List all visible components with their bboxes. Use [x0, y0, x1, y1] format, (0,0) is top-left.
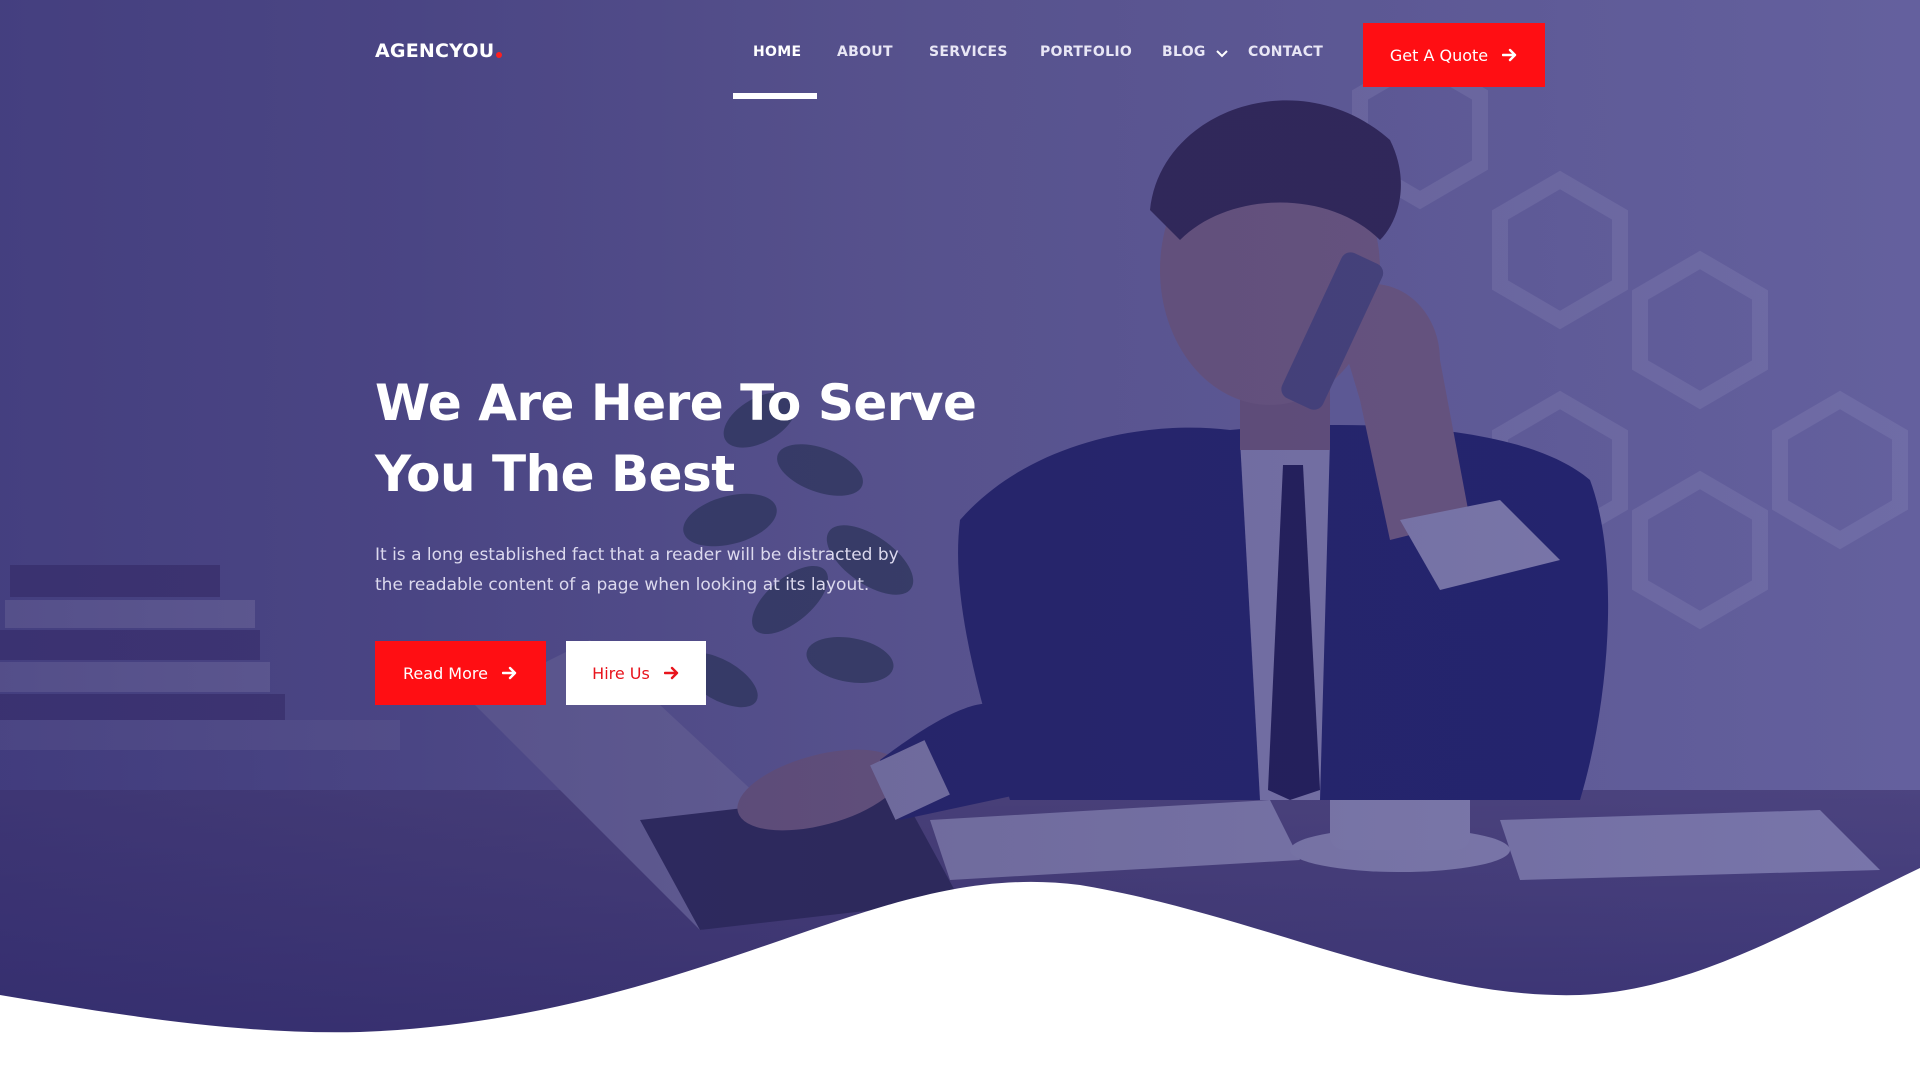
- logo-dot-icon: [496, 52, 503, 58]
- hire-us-button[interactable]: Hire Us: [566, 641, 706, 705]
- hire-us-label: Hire Us: [592, 663, 650, 683]
- get-a-quote-label: Get A Quote: [1389, 45, 1489, 65]
- hero-description-line-2: the readable content of a page when look…: [375, 575, 870, 595]
- arrow-right-icon: [1502, 48, 1517, 62]
- hero-description: It is a long established fact that a rea…: [375, 540, 975, 600]
- nav-item-contact[interactable]: CONTACT: [1248, 44, 1323, 60]
- nav-item-about[interactable]: ABOUT: [837, 44, 893, 60]
- get-a-quote-button[interactable]: Get A Quote: [1363, 23, 1545, 87]
- nav-item-blog[interactable]: BLOG: [1162, 44, 1206, 60]
- arrow-right-icon: [501, 666, 517, 680]
- active-nav-indicator: [733, 93, 817, 99]
- hero-description-line-1: It is a long established fact that a rea…: [375, 545, 899, 565]
- hero-section: AGENCYOU HOME ABOUT SERVICES PORTFOLIO B…: [0, 0, 1920, 1080]
- logo-text: AGENCYOU: [375, 40, 495, 62]
- hero-headline-line-1: We Are Here To Serve: [375, 374, 977, 432]
- nav-item-portfolio[interactable]: PORTFOLIO: [1040, 44, 1132, 60]
- nav-item-services[interactable]: SERVICES: [929, 44, 1008, 60]
- hero-headline: We Are Here To Serve You The Best: [375, 368, 1015, 510]
- hero-headline-line-2: You The Best: [375, 445, 735, 503]
- read-more-label: Read More: [403, 663, 488, 683]
- read-more-button[interactable]: Read More: [375, 641, 546, 705]
- arrow-right-icon: [663, 666, 679, 680]
- site-logo[interactable]: AGENCYOU: [375, 40, 503, 62]
- nav-item-home[interactable]: HOME: [753, 44, 801, 60]
- chevron-down-icon[interactable]: [1215, 47, 1229, 61]
